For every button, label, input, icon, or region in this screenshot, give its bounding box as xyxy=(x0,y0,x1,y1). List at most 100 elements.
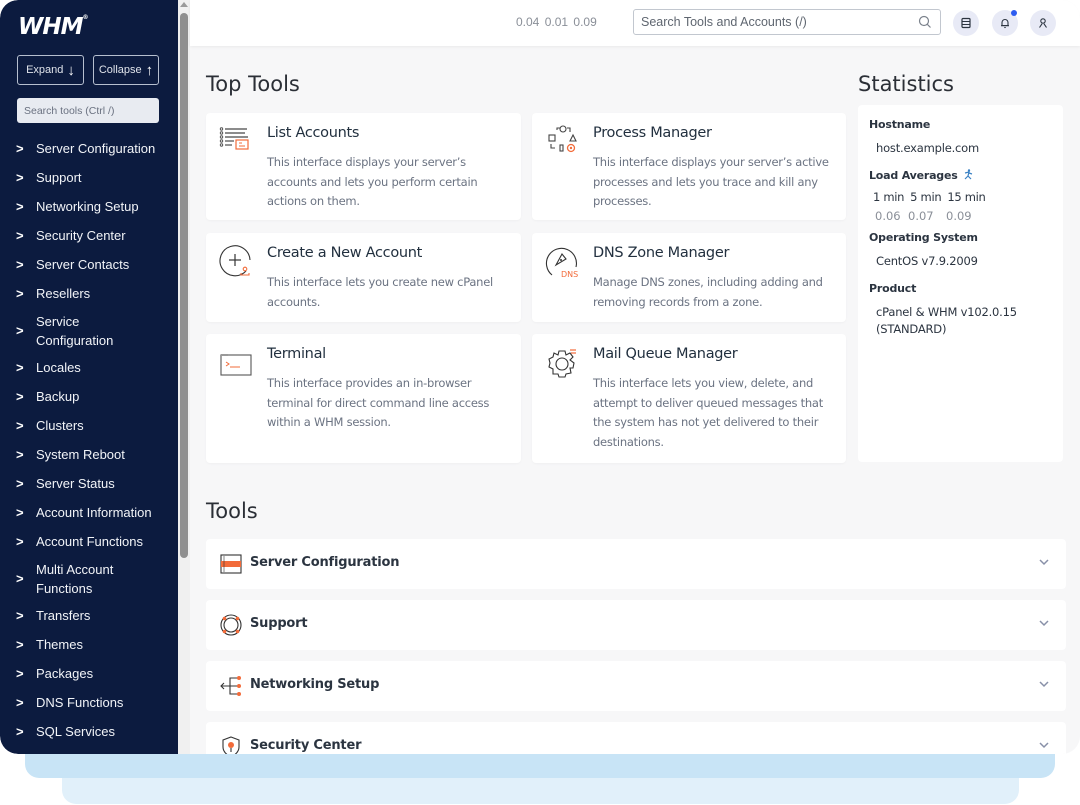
card-title[interactable]: Mail Queue Manager xyxy=(593,346,738,362)
security-icon xyxy=(222,736,240,754)
card-title[interactable]: Create a New Account xyxy=(267,245,422,261)
chevron-right-icon: > xyxy=(16,228,24,243)
load-header-5min: 5 min xyxy=(910,190,942,204)
sidebar-item[interactable]: > Locales xyxy=(0,353,178,382)
accordion-networking-setup[interactable]: Networking Setup xyxy=(206,661,1066,711)
sidebar-item[interactable]: >IP Functions xyxy=(0,746,178,754)
chevron-right-icon: > xyxy=(16,323,24,338)
dns-zone-icon: DNS xyxy=(545,247,578,279)
card-title[interactable]: Terminal xyxy=(267,346,326,362)
accordion-label: Security Center xyxy=(250,738,362,753)
sidebar-item[interactable]: > DNS Functions xyxy=(0,688,178,717)
chevron-down-icon[interactable] xyxy=(1038,679,1050,689)
server-icon xyxy=(961,17,971,29)
user-icon xyxy=(1039,18,1047,28)
tools-title: Tools xyxy=(206,499,258,523)
accordion-server-configuration[interactable]: Server Configuration xyxy=(206,539,1066,589)
sidebar-item[interactable]: > Multi Account Functions xyxy=(0,556,178,601)
sidebar-item[interactable]: > Packages xyxy=(0,659,178,688)
card-title[interactable]: List Accounts xyxy=(267,125,359,141)
sidebar-item[interactable]: > Server Configuration xyxy=(0,134,178,163)
sidebar-item-label: Multi Account Functions xyxy=(36,560,113,598)
accordion-support[interactable]: Support xyxy=(206,600,1066,650)
sidebar-search-placeholder: Search tools (Ctrl /) xyxy=(24,104,115,117)
chevron-down-icon[interactable] xyxy=(1038,740,1050,750)
tool-card-dns-zone-manager[interactable]: DNS DNS Zone Manager Manage DNS zones, i… xyxy=(532,233,846,322)
sidebar-item[interactable]: > Server Contacts xyxy=(0,250,178,279)
process-manager-icon xyxy=(548,125,577,153)
sidebar-scrollbar-thumb[interactable] xyxy=(180,13,188,558)
chevron-right-icon: > xyxy=(16,286,24,301)
tool-card-create-account[interactable]: Create a New Account This interface lets… xyxy=(206,233,521,322)
card-title[interactable]: DNS Zone Manager xyxy=(593,245,729,261)
svg-text:DNS: DNS xyxy=(561,270,578,279)
collapse-label: Collapse xyxy=(98,64,142,76)
expand-button[interactable]: Expand ↓ xyxy=(17,55,84,85)
sidebar-item[interactable]: > Service Configuration xyxy=(0,308,178,353)
chevron-down-icon[interactable] xyxy=(1038,557,1050,567)
sidebar-nav: > Server Configuration > Support > Networking… xyxy=(0,134,178,754)
os-value: CentOS v7.9.2009 xyxy=(876,254,978,268)
chevron-right-icon: > xyxy=(16,141,24,156)
tool-card-terminal[interactable]: Terminal This interface provides an in-b… xyxy=(206,334,521,463)
running-icon[interactable] xyxy=(963,169,973,180)
collapse-button[interactable]: Collapse ↑ xyxy=(93,55,159,85)
card-description: This interface lets you view, delete, an… xyxy=(593,376,823,449)
sidebar-item-label: Server Configuration xyxy=(36,141,156,156)
sidebar-item-label-line: Configuration xyxy=(36,332,114,348)
accordion-security-center[interactable]: Security Center xyxy=(206,722,1066,754)
sidebar-item[interactable]: > Clusters xyxy=(0,411,178,440)
sidebar-item[interactable]: > Backup xyxy=(0,382,178,411)
sidebar-item-label: Themes xyxy=(36,637,83,652)
chevron-right-icon: > xyxy=(16,608,24,623)
load-5min: 0.01 xyxy=(544,15,569,29)
sidebar-item-label: Support xyxy=(36,170,82,185)
tool-card-process-manager[interactable]: Process Manager This interface displays … xyxy=(532,113,846,220)
sidebar-search-input[interactable]: Search tools (Ctrl /) xyxy=(17,98,159,123)
notifications-button[interactable] xyxy=(992,10,1018,36)
tool-card-mail-queue-manager[interactable]: Mail Queue Manager This interface lets y… xyxy=(532,334,846,463)
tools-accounts-search-input[interactable]: Search Tools and Accounts (/) xyxy=(633,9,941,35)
sidebar-item-label: IP Functions xyxy=(36,751,108,754)
chevron-right-icon: > xyxy=(16,447,24,462)
load-averages-label: Load Averages xyxy=(869,169,973,182)
sidebar-item[interactable]: > SQL Services xyxy=(0,717,178,746)
scroll-up-arrow-icon[interactable] xyxy=(180,2,188,7)
notification-badge xyxy=(1011,10,1017,16)
chevron-right-icon: > xyxy=(16,637,24,652)
arrow-down-icon: ↓ xyxy=(67,61,75,79)
sidebar-item[interactable]: > Transfers xyxy=(0,601,178,630)
chevron-right-icon: > xyxy=(16,534,24,549)
sidebar-item[interactable]: > Security Center xyxy=(0,221,178,250)
networking-icon xyxy=(220,676,241,696)
accordion-label: Server Configuration xyxy=(250,555,400,570)
load-header-15min: 15 min xyxy=(947,190,986,204)
user-menu-button[interactable] xyxy=(1030,10,1056,36)
hostname-value: host.example.com xyxy=(876,141,979,155)
search-icon[interactable] xyxy=(917,14,933,30)
chevron-down-icon[interactable] xyxy=(1038,618,1050,628)
list-accounts-icon xyxy=(219,127,249,150)
server-button[interactable] xyxy=(953,10,979,36)
chevron-right-icon: > xyxy=(16,505,24,520)
sidebar-item-label: Backup xyxy=(36,389,80,404)
sidebar-item[interactable]: > Themes xyxy=(0,630,178,659)
sidebar-item[interactable]: > Server Status xyxy=(0,469,178,498)
sidebar-item[interactable]: > Resellers xyxy=(0,279,178,308)
sidebar-item[interactable]: > Account Functions xyxy=(0,527,178,556)
load-value-15min: 0.09 xyxy=(946,209,972,223)
whm-logo[interactable]: WHM® xyxy=(18,14,89,40)
sidebar-item-label: Account Functions xyxy=(36,534,143,549)
chevron-right-icon: > xyxy=(16,666,24,681)
sidebar-item[interactable]: > System Reboot xyxy=(0,440,178,469)
sidebar-item-label: Networking Setup xyxy=(36,199,139,214)
card-title[interactable]: Process Manager xyxy=(593,125,712,141)
sidebar-item[interactable]: > Support xyxy=(0,163,178,192)
chevron-right-icon: > xyxy=(16,360,24,375)
tool-card-list-accounts[interactable]: List Accounts This interface displays yo… xyxy=(206,113,521,220)
sidebar-item[interactable]: > Account Information xyxy=(0,498,178,527)
expand-label: Expand xyxy=(26,64,64,76)
card-description: This interface displays your server’s ac… xyxy=(267,155,478,208)
os-label: Operating System xyxy=(869,231,978,244)
sidebar-item[interactable]: > Networking Setup xyxy=(0,192,178,221)
